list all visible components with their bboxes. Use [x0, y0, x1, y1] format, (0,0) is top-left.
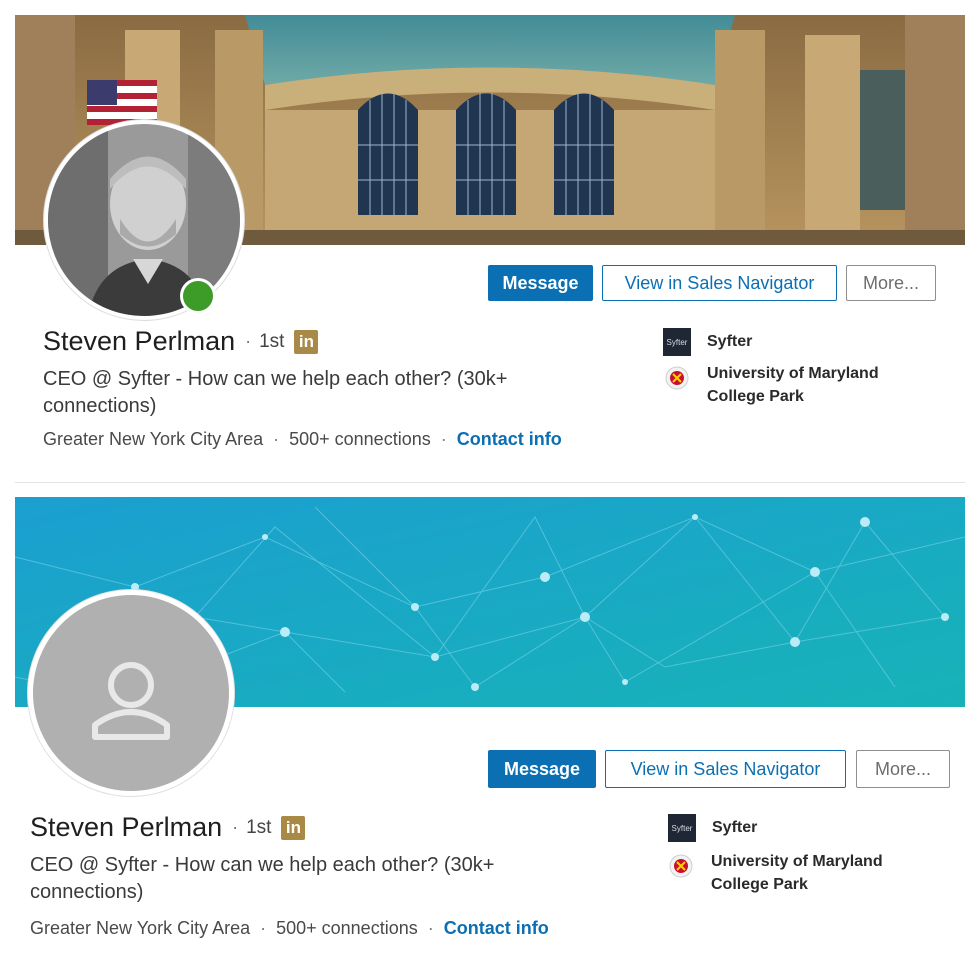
online-status-indicator — [180, 278, 216, 314]
view-in-sales-navigator-button[interactable]: View in Sales Navigator — [602, 265, 837, 301]
profile-headline: CEO @ Syfter - How can we help each othe… — [43, 368, 508, 417]
view-in-sales-navigator-button[interactable]: View in Sales Navigator — [605, 750, 846, 788]
separator-dot: · — [440, 429, 447, 449]
syfter-logo: Syfter — [668, 814, 696, 842]
company-name: Syfter — [707, 333, 753, 350]
linkedin-icon: in — [294, 329, 319, 354]
university-seal-icon — [669, 854, 693, 878]
separator-dot: · — [232, 817, 239, 837]
connections-count[interactable]: 500+ connections — [289, 429, 431, 449]
current-company[interactable]: Syfter Syfter — [663, 328, 752, 356]
linkedin-icon: in — [281, 815, 306, 840]
education[interactable]: University of Maryland College Park — [669, 850, 883, 896]
profile-card-with-photo: Message View in Sales Navigator More... … — [0, 0, 980, 482]
education-line-2: College Park — [711, 876, 808, 893]
message-button[interactable]: Message — [488, 265, 593, 301]
university-seal-icon — [665, 366, 689, 390]
separator-dot: · — [273, 429, 280, 449]
default-person-icon — [33, 595, 229, 791]
profile-name-row: Steven Perlman · 1st in — [30, 812, 306, 843]
message-button[interactable]: Message — [488, 750, 596, 788]
profile-headline: CEO @ Syfter - How can we help each othe… — [30, 854, 495, 903]
profile-meta: Greater New York City Area · 500+ connecti… — [43, 429, 562, 450]
connections-count[interactable]: 500+ connections — [276, 918, 418, 938]
separator-dot: · — [245, 331, 252, 351]
location: Greater New York City Area — [43, 429, 264, 449]
more-button[interactable]: More... — [856, 750, 950, 788]
profile-name: Steven Perlman — [30, 812, 223, 842]
profile-name-row: Steven Perlman · 1st in — [43, 326, 319, 357]
location: Greater New York City Area — [30, 918, 251, 938]
separator-dot: · — [427, 918, 434, 938]
profile-name: Steven Perlman — [43, 326, 236, 356]
contact-info-link[interactable]: Contact info — [457, 429, 562, 449]
education-line-1: University of Maryland — [711, 853, 883, 870]
syfter-logo: Syfter — [663, 328, 691, 356]
education-line-1: University of Maryland — [707, 365, 879, 382]
separator-dot: · — [260, 918, 267, 938]
education[interactable]: University of Maryland College Park — [665, 362, 879, 408]
more-button[interactable]: More... — [846, 265, 936, 301]
connection-degree: 1st — [259, 330, 285, 352]
current-company[interactable]: Syfter Syfter — [668, 814, 757, 842]
profile-meta: Greater New York City Area · 500+ connecti… — [30, 918, 549, 939]
connection-degree: 1st — [246, 816, 272, 838]
profile-photo-placeholder[interactable] — [28, 590, 234, 796]
education-line-2: College Park — [707, 388, 804, 405]
profile-card-default: Message View in Sales Navigator More... … — [0, 482, 980, 980]
company-name: Syfter — [712, 819, 758, 836]
contact-info-link[interactable]: Contact info — [444, 918, 549, 938]
